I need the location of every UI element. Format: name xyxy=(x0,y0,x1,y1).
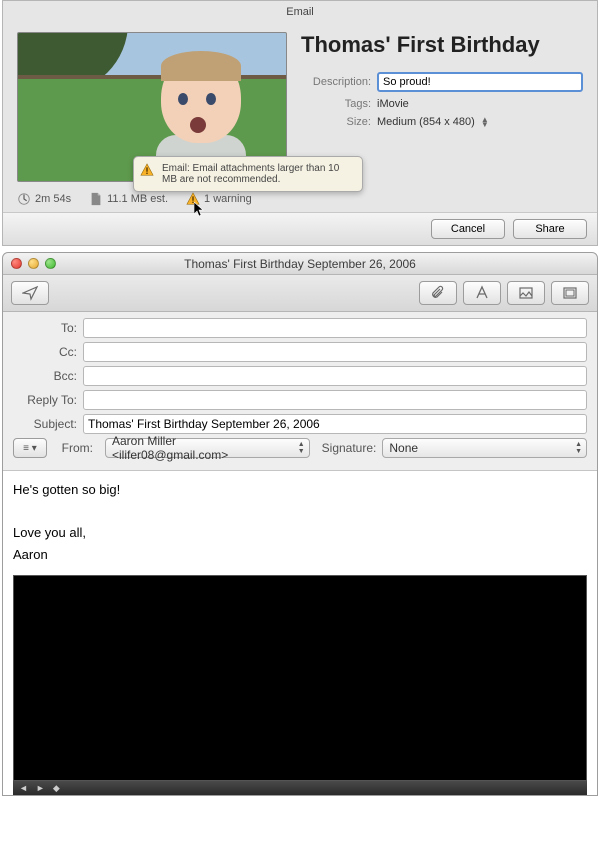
mail-compose-window: Thomas' First Birthday September 26, 200… xyxy=(2,252,598,796)
clock-icon xyxy=(17,192,31,206)
video-attachment[interactable] xyxy=(13,575,587,781)
from-label: From: xyxy=(53,441,99,455)
bcc-label: Bcc: xyxy=(13,369,83,383)
body-line xyxy=(13,503,587,521)
window-title: Thomas' First Birthday September 26, 200… xyxy=(3,257,597,271)
duration-status: 2m 54s xyxy=(17,192,71,206)
chevron-updown-icon: ▲▼ xyxy=(575,441,582,455)
tags-label: Tags: xyxy=(301,98,377,110)
body-line: Love you all, xyxy=(13,524,587,542)
sheet-title: Email xyxy=(3,1,597,20)
tags-value: iMovie xyxy=(377,98,409,110)
warning-tooltip: Email: Email attachments larger than 10 … xyxy=(133,156,363,192)
size-label: Size: xyxy=(301,116,377,128)
cancel-button[interactable]: Cancel xyxy=(431,219,505,239)
email-share-sheet: Email Thomas' First Birthday Description… xyxy=(2,0,598,246)
cc-label: Cc: xyxy=(13,345,83,359)
paperclip-icon xyxy=(430,285,446,301)
description-input[interactable] xyxy=(377,72,583,92)
filesize-status: 11.1 MB est. xyxy=(89,192,168,206)
signature-label: Signature: xyxy=(316,441,377,455)
reply-to-label: Reply To: xyxy=(13,393,83,407)
document-icon xyxy=(89,192,103,206)
chevron-updown-icon: ▲▼ xyxy=(298,441,305,455)
zoom-window-button[interactable] xyxy=(45,258,56,269)
reply-to-field[interactable] xyxy=(83,390,587,410)
cc-field[interactable] xyxy=(83,342,587,362)
movie-title: Thomas' First Birthday xyxy=(301,32,583,58)
minimize-window-button[interactable] xyxy=(28,258,39,269)
stepper-icon: ▲▼ xyxy=(481,117,489,127)
header-options-button[interactable]: ≡ ▾ xyxy=(13,438,47,458)
video-controls[interactable]: ◄ ► ◆ xyxy=(13,781,587,795)
paper-plane-icon xyxy=(22,285,38,301)
cursor-icon xyxy=(194,202,206,218)
message-body[interactable]: He's gotten so big! Love you all, Aaron … xyxy=(3,471,597,795)
titlebar[interactable]: Thomas' First Birthday September 26, 200… xyxy=(3,253,597,275)
photo-browser-button[interactable] xyxy=(507,281,545,305)
close-window-button[interactable] xyxy=(11,258,22,269)
to-label: To: xyxy=(13,321,83,335)
body-line: He's gotten so big! xyxy=(13,481,587,499)
stationery-icon xyxy=(562,285,578,301)
body-line: Aaron xyxy=(13,546,587,564)
bcc-field[interactable] xyxy=(83,366,587,386)
fonts-button[interactable] xyxy=(463,281,501,305)
description-label: Description: xyxy=(301,76,377,88)
warning-icon xyxy=(140,163,154,177)
header-fields: To: Cc: Bcc: Reply To: Subject: ≡ ▾ From… xyxy=(3,312,597,471)
stationery-button[interactable] xyxy=(551,281,589,305)
compose-toolbar xyxy=(3,275,597,312)
play-icon[interactable]: ► xyxy=(36,784,45,793)
signature-popup[interactable]: None ▲▼ xyxy=(382,438,587,458)
marker-icon[interactable]: ◆ xyxy=(53,784,60,793)
warning-status[interactable]: 1 warning xyxy=(186,192,252,206)
prev-icon[interactable]: ◄ xyxy=(19,784,28,793)
font-icon xyxy=(474,285,490,301)
attach-button[interactable] xyxy=(419,281,457,305)
to-field[interactable] xyxy=(83,318,587,338)
send-button[interactable] xyxy=(11,281,49,305)
subject-label: Subject: xyxy=(13,417,83,431)
size-popup[interactable]: Medium (854 x 480) ▲▼ xyxy=(377,116,489,128)
photo-icon xyxy=(518,285,534,301)
from-popup[interactable]: Aaron Miller <ilifer08@gmail.com> ▲▼ xyxy=(105,438,310,458)
sheet-button-row: Cancel Share xyxy=(3,212,597,245)
subject-field[interactable] xyxy=(83,414,587,434)
share-button[interactable]: Share xyxy=(513,219,587,239)
